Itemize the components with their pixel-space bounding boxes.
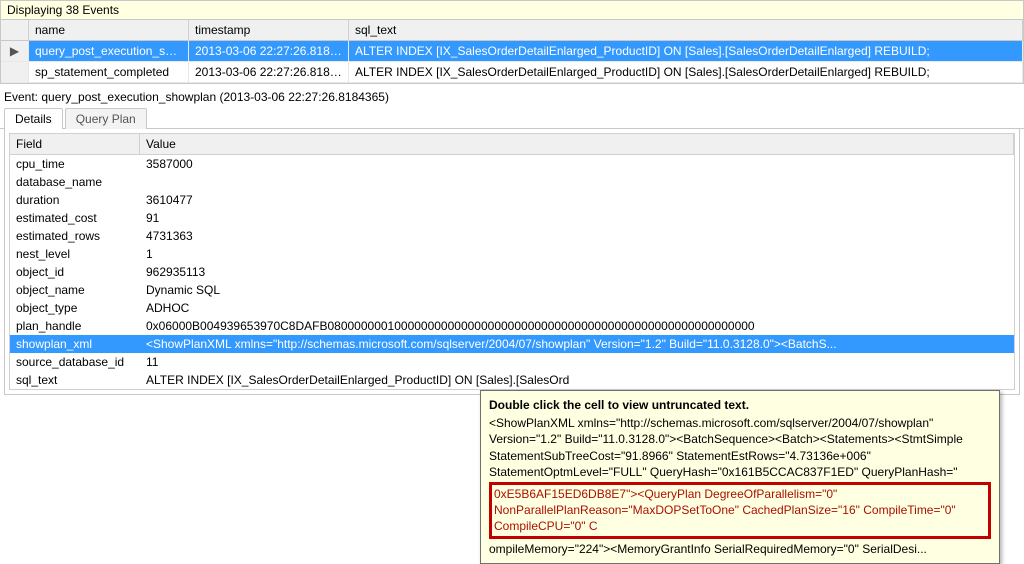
details-value-cell[interactable]: 0x06000B004939653970C8DAFB08000000010000…	[140, 317, 1014, 335]
details-value-cell[interactable]	[140, 173, 1014, 191]
row-indicator-icon: ▶	[1, 41, 29, 61]
event-timestamp-cell[interactable]: 2013-03-06 22:27:26.8187108	[189, 62, 349, 82]
details-grid-header: Field Value	[10, 134, 1014, 155]
details-col-value[interactable]: Value	[140, 134, 1014, 154]
details-row[interactable]: object_nameDynamic SQL	[10, 281, 1014, 299]
event-timestamp-cell[interactable]: 2013-03-06 22:27:26.8184365	[189, 41, 349, 61]
details-field-cell[interactable]: object_type	[10, 299, 140, 317]
details-field-cell[interactable]: nest_level	[10, 245, 140, 263]
tooltip-xml-highlight: 0xE5B6AF15ED6DB8E7"><QueryPlan DegreeOfP…	[489, 482, 991, 539]
details-row[interactable]: database_name	[10, 173, 1014, 191]
details-value-cell[interactable]: 962935113	[140, 263, 1014, 281]
details-value-cell[interactable]: 3610477	[140, 191, 1014, 209]
details-field-cell[interactable]: estimated_rows	[10, 227, 140, 245]
event-sqltext-cell[interactable]: ALTER INDEX [IX_SalesOrderDetailEnlarged…	[349, 62, 1023, 82]
events-row[interactable]: ▶query_post_execution_showpl...2013-03-0…	[1, 41, 1023, 62]
details-row[interactable]: showplan_xml<ShowPlanXML xmlns="http://s…	[10, 335, 1014, 353]
details-value-cell[interactable]: ALTER INDEX [IX_SalesOrderDetailEnlarged…	[140, 371, 1014, 389]
details-value-cell[interactable]: 4731363	[140, 227, 1014, 245]
details-field-cell[interactable]: database_name	[10, 173, 140, 191]
details-grid-body: cpu_time3587000database_nameduration3610…	[10, 155, 1014, 389]
details-row[interactable]: source_database_id11	[10, 353, 1014, 371]
tab-query-plan[interactable]: Query Plan	[65, 108, 147, 129]
tab-details[interactable]: Details	[4, 108, 63, 129]
details-row[interactable]: plan_handle0x06000B004939653970C8DAFB080…	[10, 317, 1014, 335]
details-row[interactable]: object_typeADHOC	[10, 299, 1014, 317]
tooltip-xml-fragment-3: ompileMemory="224"><MemoryGrantInfo Seri…	[489, 542, 927, 556]
event-sqltext-cell[interactable]: ALTER INDEX [IX_SalesOrderDetailEnlarged…	[349, 41, 1023, 61]
events-grid-body: ▶query_post_execution_showpl...2013-03-0…	[1, 41, 1023, 83]
row-indicator-icon	[1, 62, 29, 82]
tooltip-title: Double click the cell to view untruncate…	[489, 397, 991, 413]
details-row[interactable]: object_id962935113	[10, 263, 1014, 281]
details-value-cell[interactable]: Dynamic SQL	[140, 281, 1014, 299]
details-value-cell[interactable]: 3587000	[140, 155, 1014, 173]
events-row[interactable]: sp_statement_completed2013-03-06 22:27:2…	[1, 62, 1023, 83]
details-row[interactable]: sql_textALTER INDEX [IX_SalesOrderDetail…	[10, 371, 1014, 389]
details-field-cell[interactable]: plan_handle	[10, 317, 140, 335]
details-value-cell[interactable]: 1	[140, 245, 1014, 263]
details-field-cell[interactable]: estimated_cost	[10, 209, 140, 227]
details-col-field[interactable]: Field	[10, 134, 140, 154]
events-col-name[interactable]: name	[29, 20, 189, 41]
details-field-cell[interactable]: source_database_id	[10, 353, 140, 371]
details-field-cell[interactable]: cpu_time	[10, 155, 140, 173]
events-col-timestamp[interactable]: timestamp	[189, 20, 349, 41]
tooltip-xml-fragment-2: 0xE5B6AF15ED6DB8E7"><QueryPlan DegreeOfP…	[494, 487, 956, 533]
details-field-cell[interactable]: duration	[10, 191, 140, 209]
events-col-sqltext[interactable]: sql_text	[349, 20, 1023, 41]
details-grid: Field Value cpu_time3587000database_name…	[9, 133, 1015, 390]
details-row[interactable]: cpu_time3587000	[10, 155, 1014, 173]
event-name-cell[interactable]: query_post_execution_showpl...	[29, 41, 189, 61]
events-grid: name timestamp sql_text ▶query_post_exec…	[0, 20, 1024, 84]
details-value-cell[interactable]: 91	[140, 209, 1014, 227]
details-field-cell[interactable]: sql_text	[10, 371, 140, 389]
events-count-label: Displaying 38 Events	[7, 3, 119, 17]
details-field-cell[interactable]: object_id	[10, 263, 140, 281]
details-field-cell[interactable]: object_name	[10, 281, 140, 299]
details-row[interactable]: estimated_rows4731363	[10, 227, 1014, 245]
events-col-indicator[interactable]	[1, 20, 29, 41]
cell-tooltip: Double click the cell to view untruncate…	[480, 390, 1000, 564]
events-status-bar: Displaying 38 Events	[0, 0, 1024, 20]
details-value-cell[interactable]: ADHOC	[140, 299, 1014, 317]
tab-strip: Details Query Plan	[0, 107, 1024, 129]
details-row[interactable]: duration3610477	[10, 191, 1014, 209]
selected-event-label: Event: query_post_execution_showplan (20…	[0, 84, 1024, 107]
details-row[interactable]: nest_level1	[10, 245, 1014, 263]
details-row[interactable]: estimated_cost91	[10, 209, 1014, 227]
events-grid-header: name timestamp sql_text	[1, 20, 1023, 41]
details-panel: Field Value cpu_time3587000database_name…	[4, 129, 1020, 395]
details-field-cell[interactable]: showplan_xml	[10, 335, 140, 353]
details-value-cell[interactable]: 11	[140, 353, 1014, 371]
event-name-cell[interactable]: sp_statement_completed	[29, 62, 189, 82]
details-value-cell[interactable]: <ShowPlanXML xmlns="http://schemas.micro…	[140, 335, 1014, 353]
tooltip-xml-fragment-1: <ShowPlanXML xmlns="http://schemas.micro…	[489, 416, 963, 479]
